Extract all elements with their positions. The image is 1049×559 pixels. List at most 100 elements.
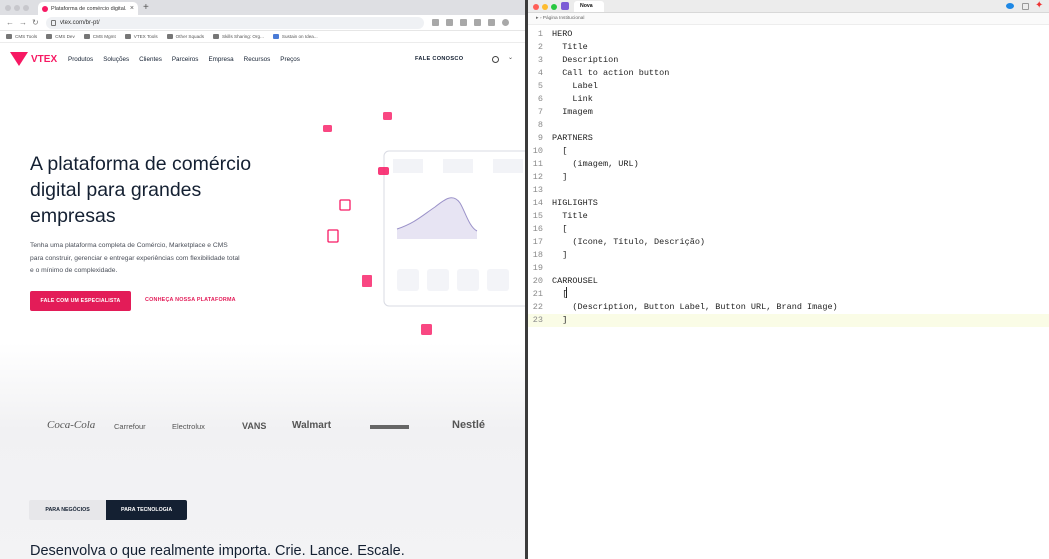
code-line[interactable]: 23 ] xyxy=(528,314,1049,327)
partner-logo-electrolux: Electrolux xyxy=(172,422,205,431)
code-line[interactable]: 1 HERO xyxy=(528,28,1049,41)
back-icon[interactable]: ← xyxy=(6,18,14,28)
menu-item-recursos[interactable]: Recursos xyxy=(244,56,271,63)
line-number: 11 xyxy=(532,159,543,169)
globe-icon[interactable] xyxy=(492,56,499,63)
profile-avatar[interactable] xyxy=(502,19,509,26)
bookmark-item[interactable]: Other Squads xyxy=(166,34,204,39)
share-icon[interactable] xyxy=(1022,3,1029,10)
code-line[interactable]: 16 [ xyxy=(528,223,1049,236)
lock-icon xyxy=(51,20,56,26)
code-line[interactable]: 8 xyxy=(528,119,1049,132)
code-line[interactable]: 21 [ xyxy=(528,288,1049,301)
code-line[interactable]: 18 ] xyxy=(528,249,1049,262)
eye-icon[interactable] xyxy=(1006,3,1014,9)
code-line[interactable]: 7 Imagem xyxy=(528,106,1049,119)
code-line[interactable]: 6 Link xyxy=(528,93,1049,106)
code-line[interactable]: 19 xyxy=(528,262,1049,275)
tab-for-business[interactable]: PARA NEGÓCIOS xyxy=(29,500,107,520)
code-line[interactable]: 11 (imagem, URL) xyxy=(528,158,1049,171)
plus-icon[interactable]: ✦ xyxy=(1035,0,1043,11)
bookmark-item[interactable]: CMS Mgmt xyxy=(83,34,116,39)
bookmark-item[interactable]: CMS Tools xyxy=(6,34,37,39)
new-tab-icon[interactable]: + xyxy=(143,2,149,14)
contact-link[interactable]: FALE CONOSCO xyxy=(415,56,463,62)
app-icon xyxy=(561,2,569,10)
vtex-logo[interactable]: VTEX xyxy=(10,52,57,66)
line-text: Call to action button xyxy=(552,68,670,78)
partner-logo-unknown xyxy=(370,425,409,429)
code-line[interactable]: 13 xyxy=(528,184,1049,197)
dashboard-card xyxy=(383,150,525,307)
tab-for-technology[interactable]: PARA TECNOLOGIA xyxy=(106,500,187,520)
code-line[interactable]: 12 ] xyxy=(528,171,1049,184)
minimize-window-button[interactable] xyxy=(14,5,20,11)
minimize-window-button[interactable] xyxy=(542,4,548,10)
bookmark-item[interactable]: VTEX Tools xyxy=(124,34,158,39)
code-line[interactable]: 22 (Description, Button Label, Button UR… xyxy=(528,301,1049,314)
code-line[interactable]: 15 Title xyxy=(528,210,1049,223)
partners-logos: Coca-Cola Carrefour Electrolux VANS Walm… xyxy=(0,413,525,441)
document-icon: ▸ ▫ xyxy=(536,16,543,21)
share-icon[interactable] xyxy=(432,19,439,26)
code-line[interactable]: 9 PARTNERS xyxy=(528,132,1049,145)
bookmark-star-icon[interactable] xyxy=(446,19,453,26)
folder-icon xyxy=(272,34,279,39)
discover-platform-link[interactable]: CONHEÇA NOSSA PLATAFORMA xyxy=(145,297,236,303)
browser-tab[interactable]: Plataforma de comércio digital... × xyxy=(38,2,138,15)
line-text: (imagem, URL) xyxy=(552,159,639,169)
menu-item-parceiros[interactable]: Parceiros xyxy=(172,56,199,63)
code-line[interactable]: 20 CARROUSEL xyxy=(528,275,1049,288)
vtex-logo-mark-icon xyxy=(10,52,28,66)
line-number: 12 xyxy=(532,172,543,182)
code-line[interactable]: 3 Description xyxy=(528,54,1049,67)
partner-logo-coca-cola: Coca-Cola xyxy=(47,419,96,431)
menu-item-precos[interactable]: Preços xyxy=(280,56,300,63)
line-number: 8 xyxy=(537,120,543,130)
reload-icon[interactable]: ↻ xyxy=(32,18,39,28)
bookmark-item[interactable]: Skills Sharing: Org... xyxy=(213,34,264,39)
document-tab[interactable]: Nova xyxy=(574,1,604,12)
browser-tab-title: Plataforma de comércio digital... xyxy=(51,5,127,12)
hero-description: Tenha uma plataforma completa de Comérci… xyxy=(30,242,240,274)
editor-title-bar: Nova ✦ xyxy=(528,0,1049,13)
puzzle-icon[interactable] xyxy=(474,19,481,26)
address-bar[interactable]: vtex.com/br-pt/ xyxy=(46,17,424,29)
line-text: (Description, Button Label, Button URL, … xyxy=(552,302,838,312)
talk-to-specialist-button[interactable]: FALE COM UM ESPECIALISTA xyxy=(30,291,131,311)
line-number: 10 xyxy=(532,146,543,156)
bookmark-item[interactable]: Sustain on Idea... xyxy=(272,34,318,39)
line-text: (Icone, Título, Descrição) xyxy=(552,237,706,247)
line-text: Description xyxy=(552,55,619,65)
code-line[interactable]: 4 Call to action button xyxy=(528,67,1049,80)
breadcrumb-page[interactable]: Página Institucional xyxy=(543,16,585,21)
code-line[interactable]: 14 HIGLIGHTS xyxy=(528,197,1049,210)
line-number: 21 xyxy=(532,289,543,299)
menu-item-produtos[interactable]: Produtos xyxy=(68,56,93,63)
folder-icon xyxy=(124,34,131,39)
section-headline: Desenvolva o que realmente importa. Crie… xyxy=(30,543,405,559)
menu-item-solucoes[interactable]: Soluções xyxy=(103,56,129,63)
audience-toggle: PARA NEGÓCIOS PARA TECNOLOGIA xyxy=(29,500,187,520)
extension-icon[interactable] xyxy=(460,19,467,26)
code-line[interactable]: 2 Title xyxy=(528,41,1049,54)
chevron-down-icon[interactable]: ⌄ xyxy=(508,54,513,61)
close-tab-icon[interactable]: × xyxy=(130,5,134,12)
code-line[interactable]: 17 (Icone, Título, Descrição) xyxy=(528,236,1049,249)
zoom-window-button[interactable] xyxy=(551,4,557,10)
menu-item-empresa[interactable]: Empresa xyxy=(208,56,233,63)
close-window-button[interactable] xyxy=(5,5,11,11)
forward-icon[interactable]: → xyxy=(19,18,27,28)
menu-item-clientes[interactable]: Clientes xyxy=(139,56,162,63)
code-line[interactable]: 10 [ xyxy=(528,145,1049,158)
close-window-button[interactable] xyxy=(533,4,539,10)
zoom-window-button[interactable] xyxy=(23,5,29,11)
line-number: 13 xyxy=(532,185,543,195)
line-text: Title xyxy=(552,42,588,52)
bookmark-item[interactable]: CMS Dev xyxy=(46,34,75,39)
main-menu: Produtos Soluções Clientes Parceiros Emp… xyxy=(68,56,300,63)
sidebar-icon[interactable] xyxy=(488,19,495,26)
line-text: Title xyxy=(552,211,588,221)
code-line[interactable]: 5 Label xyxy=(528,80,1049,93)
folder-icon xyxy=(213,34,220,39)
